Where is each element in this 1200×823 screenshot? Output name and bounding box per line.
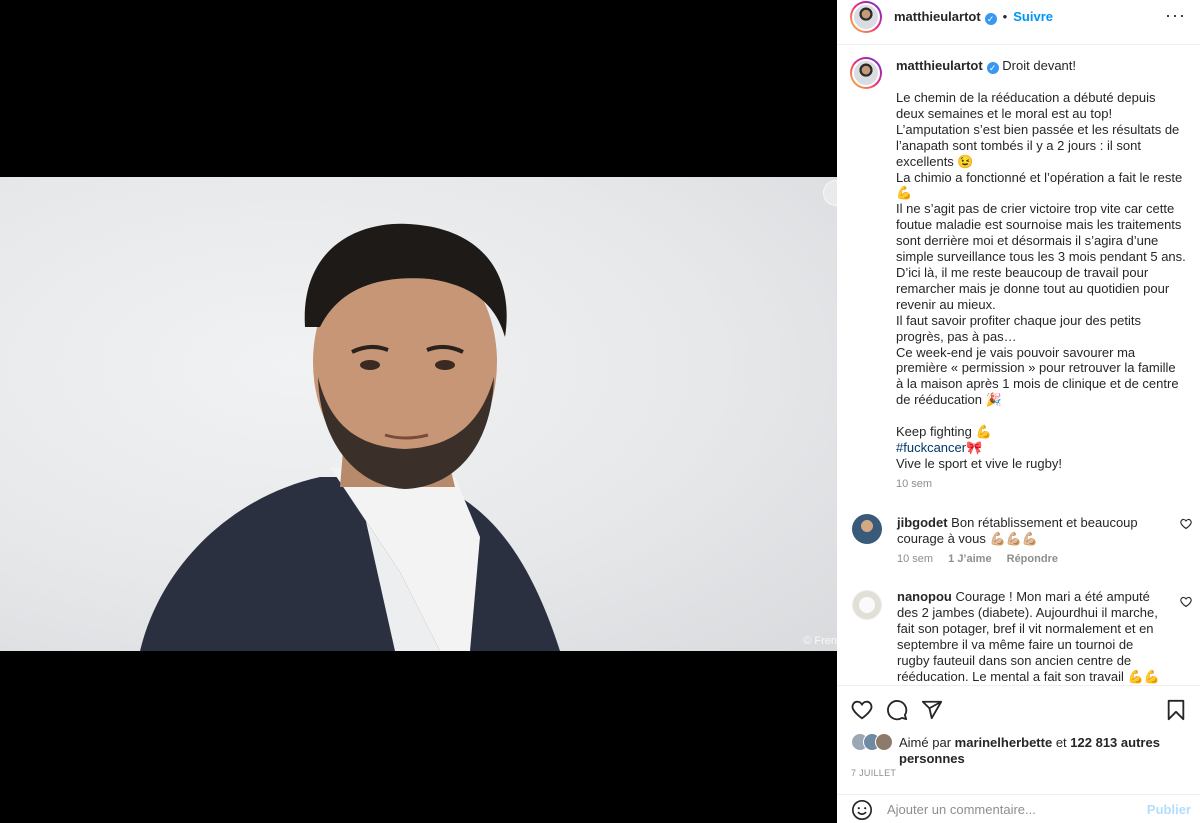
likes-summary[interactable]: Aimé par marinelherbette et 122 813 autr… — [851, 733, 1181, 767]
post-header: matthieulartot ✓ • Suivre ··· — [837, 0, 1200, 34]
caption-text: Le chemin de la rééducation a débuté dep… — [896, 90, 1186, 440]
author-avatar[interactable] — [850, 1, 882, 33]
comment-timestamp[interactable]: 10 sem — [897, 553, 933, 565]
verified-badge-icon: ✓ — [986, 62, 999, 74]
post-details-panel: matthieulartot ✓ • Suivre ··· matthieularto… — [837, 0, 1200, 823]
caption-timestamp[interactable]: 10 sem — [896, 477, 1186, 493]
caption-title: Droit devant! — [1002, 58, 1076, 73]
emoji-smiley-icon[interactable] — [851, 799, 873, 821]
post-actions: Aimé par marinelherbette et 122 813 autr… — [837, 685, 1200, 823]
portrait-illustration — [140, 223, 560, 651]
commenter-avatar[interactable] — [852, 590, 882, 621]
likers-avatars — [851, 733, 897, 753]
comments-scroll-area[interactable]: matthieulartot ✓ Droit devant! Le chemin … — [837, 45, 1200, 685]
hashtag-link[interactable]: #fuckcancer🎀 — [896, 440, 982, 455]
more-options-icon[interactable]: ··· — [1165, 6, 1186, 24]
post-photo[interactable]: © Fren — [0, 177, 837, 651]
comment-item: nanopou Courage ! Mon mari a été amputé … — [837, 588, 1200, 685]
photo-credit: © Fren — [803, 635, 837, 647]
post-media: © Fren — [0, 0, 849, 823]
caption-author-username[interactable]: matthieulartot — [896, 58, 983, 73]
commenter-username[interactable]: jibgodet — [897, 515, 948, 530]
comment-input[interactable]: Ajouter un commentaire... — [887, 802, 1036, 817]
save-bookmark-icon[interactable] — [1166, 699, 1186, 721]
separator-dot: • — [1002, 8, 1008, 24]
commenter-avatar[interactable] — [852, 513, 882, 544]
reply-button[interactable]: Répondre — [1007, 553, 1058, 565]
comment-like-heart-icon[interactable] — [1180, 518, 1192, 530]
caption-end: Vive le sport et vive le rugby! — [896, 455, 1062, 471]
caption-author-avatar[interactable] — [850, 57, 882, 89]
liked-by-middle: et — [1055, 735, 1067, 750]
verified-badge-icon: ✓ — [984, 12, 997, 25]
follow-button[interactable]: Suivre — [1013, 9, 1053, 24]
comment-like-count[interactable]: 1 J’aime — [948, 553, 991, 565]
share-paper-plane-icon[interactable] — [921, 699, 943, 721]
liked-by-prefix: Aimé par — [899, 735, 952, 750]
publish-button[interactable]: Publier — [1147, 802, 1191, 817]
comment-item: jibgodet Bon rétablissement et beaucoup … — [837, 512, 1200, 569]
liked-by-user[interactable]: marinelherbette — [955, 735, 1053, 750]
comment-bubble-icon[interactable] — [886, 699, 908, 721]
post-caption: matthieulartot ✓ Droit devant! Le chemin … — [837, 45, 1200, 493]
commenter-username[interactable]: nanopou — [897, 589, 952, 604]
comment-like-heart-icon[interactable] — [1180, 596, 1192, 608]
post-date[interactable]: 7 JUILLET — [851, 768, 896, 778]
author-username[interactable]: matthieulartot — [894, 9, 981, 24]
like-heart-icon[interactable] — [851, 699, 873, 721]
add-comment-bar: Ajouter un commentaire... Publier — [837, 794, 1200, 823]
